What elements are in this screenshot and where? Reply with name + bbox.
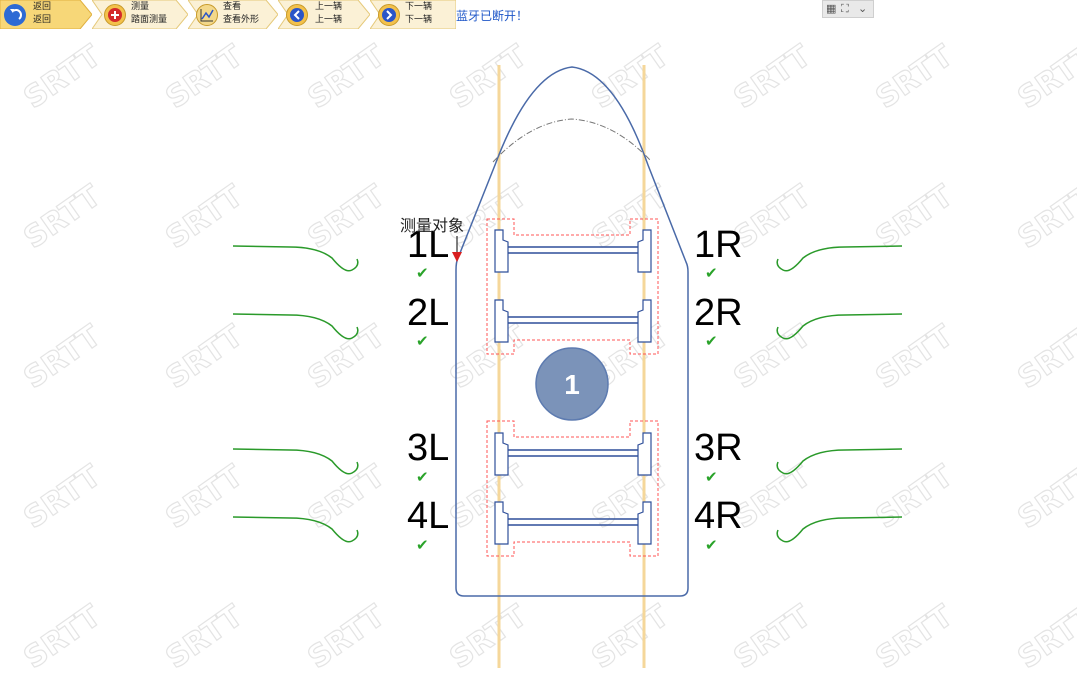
next-vehicle-button[interactable]: 下一辆 下一辆 xyxy=(370,0,456,29)
prev-label-top: 上一辆 xyxy=(315,2,343,12)
wheel-label-2r[interactable]: 2R xyxy=(694,292,743,334)
bluetooth-status: 蓝牙已断开！ xyxy=(456,9,529,23)
grid-icon[interactable]: ▦ xyxy=(826,2,836,16)
watermark-text: SRTT xyxy=(586,178,676,256)
watermark-text: SRTT xyxy=(302,318,392,396)
measure-label-top: 测量 xyxy=(131,2,150,12)
wheel-left xyxy=(494,299,509,343)
measurement-target-label: 测量对象 xyxy=(400,216,464,235)
toolbar: 返回 返回 测量 踏面测量 查看 查看外形 上一辆 上一辆 下一辆 下一辆 xyxy=(0,0,456,30)
expand-icon[interactable]: ⛶ xyxy=(841,2,849,16)
watermark-text: SRTT xyxy=(1012,458,1077,536)
back-label-bottom: 返回 xyxy=(33,15,52,25)
measure-label-bottom: 踏面测量 xyxy=(131,15,168,25)
watermark-text: SRTT xyxy=(444,38,534,116)
measure-button[interactable]: 测量 踏面测量 xyxy=(92,0,188,29)
wheel-label-2l[interactable]: 2L xyxy=(407,292,449,334)
next-label-bottom: 下一辆 xyxy=(405,15,433,25)
undo-arrow-icon xyxy=(4,4,26,26)
watermark-text: SRTT xyxy=(302,458,392,536)
watermark-text: SRTT xyxy=(18,178,108,256)
wheel-label-4l[interactable]: 4L xyxy=(407,495,449,537)
watermark-text: SRTT xyxy=(18,38,108,116)
check-icon-2l: ✔ xyxy=(416,332,429,350)
watermark-text: SRTT xyxy=(302,598,392,676)
wheel-label-3l[interactable]: 3L xyxy=(407,427,449,469)
wheel-right xyxy=(637,299,652,343)
wheel-left xyxy=(494,501,509,545)
watermark-text: SRTT xyxy=(728,38,818,116)
wheel-label-3r[interactable]: 3R xyxy=(694,427,743,469)
check-icon-4l: ✔ xyxy=(416,536,429,554)
wheel-label-4r[interactable]: 4R xyxy=(694,495,743,537)
chevron-left-icon xyxy=(286,4,308,26)
profile-left-1 xyxy=(232,245,359,272)
nose-dashed-line xyxy=(492,118,651,163)
watermark-text: SRTT xyxy=(160,598,250,676)
profile-left-2 xyxy=(232,313,359,340)
watermark-text: SRTT xyxy=(1012,318,1077,396)
plus-icon xyxy=(104,4,126,26)
chart-line-icon xyxy=(196,4,218,26)
watermark-text: SRTT xyxy=(18,598,108,676)
watermark-text: SRTT xyxy=(870,598,960,676)
window-controls: ▦ ⛶ ⌄ xyxy=(822,0,874,18)
watermark-text: SRTT xyxy=(160,178,250,256)
watermark-text: SRTT xyxy=(870,178,960,256)
pointer-arrow-icon xyxy=(452,252,462,262)
prev-label-bottom: 上一辆 xyxy=(315,15,343,25)
watermark-text: SRTT xyxy=(160,38,250,116)
check-icon-1r: ✔ xyxy=(705,264,718,282)
next-label-top: 下一辆 xyxy=(405,2,433,12)
check-icon-2r: ✔ xyxy=(705,332,718,350)
wheel-label-1r[interactable]: 1R xyxy=(694,224,743,266)
watermark-text: SRTT xyxy=(18,458,108,536)
watermark-text: SRTT xyxy=(1012,598,1077,676)
check-icon-4r: ✔ xyxy=(705,536,718,554)
watermark-text: SRTT xyxy=(444,318,534,396)
dropdown-icon[interactable]: ⌄ xyxy=(858,2,867,16)
watermark-text: SRTT xyxy=(870,458,960,536)
watermark-text: SRTT xyxy=(586,598,676,676)
watermark-text: SRTT xyxy=(160,458,250,536)
watermark-text: SRTT xyxy=(586,38,676,116)
watermark-text: SRTT xyxy=(1012,178,1077,256)
wheel-right xyxy=(637,229,652,273)
chevron-right-icon xyxy=(378,4,400,26)
watermark-text: SRTT xyxy=(18,318,108,396)
car-number: 1 xyxy=(564,369,580,400)
back-button[interactable]: 返回 返回 xyxy=(0,0,92,29)
prev-vehicle-button[interactable]: 上一辆 上一辆 xyxy=(278,0,370,29)
profile-right-1 xyxy=(776,245,903,272)
watermark-text: SRTT xyxy=(302,178,392,256)
watermark-text: SRTT xyxy=(444,598,534,676)
watermark-text: SRTT xyxy=(870,318,960,396)
watermark-text: SRTT xyxy=(870,38,960,116)
watermark-text: SRTT xyxy=(160,318,250,396)
wheel-right xyxy=(637,432,652,476)
view-label-top: 查看 xyxy=(223,2,242,12)
watermark-text: SRTT xyxy=(728,598,818,676)
view-shape-button[interactable]: 查看 查看外形 xyxy=(188,0,278,29)
wheel-left xyxy=(494,432,509,476)
view-label-bottom: 查看外形 xyxy=(223,15,260,25)
check-icon-3l: ✔ xyxy=(416,468,429,486)
check-icon-3r: ✔ xyxy=(705,468,718,486)
profile-left-3 xyxy=(232,448,359,475)
check-icon-1l: ✔ xyxy=(416,264,429,282)
back-label-top: 返回 xyxy=(33,2,52,12)
watermark-text: SRTT xyxy=(1012,38,1077,116)
vehicle-diagram: SRTT SRTT SRTT SRTT SRTT SRTT SRTT SRTT SRTT SRTT… xyxy=(17,38,1077,677)
wheel-left xyxy=(494,229,509,273)
watermark-text: SRTT xyxy=(302,38,392,116)
